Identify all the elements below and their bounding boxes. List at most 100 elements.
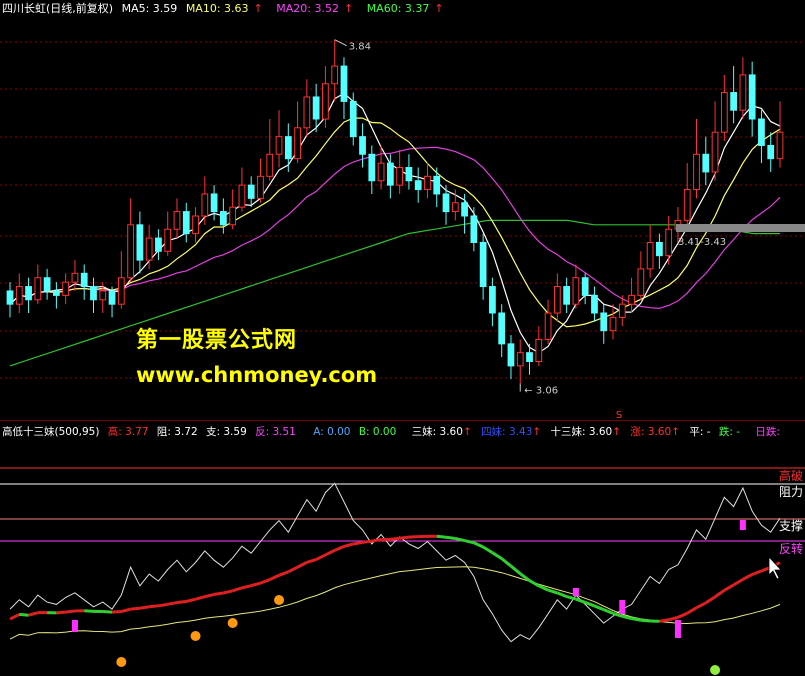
indicator-trend-segment: [269, 573, 280, 581]
label-resistance: 阻力: [779, 485, 803, 499]
price-chart[interactable]: 3.84← 3.063.41-3.43S高破阻力支撑反转: [0, 0, 805, 676]
indicator-yellow-line: [9, 566, 781, 640]
candle-body: [498, 312, 506, 345]
candle-body: [201, 193, 209, 217]
indicator-trend-segment: [695, 601, 707, 610]
indicator-trend-segment: [371, 538, 382, 543]
indicator-trend-segment: [732, 578, 744, 587]
candle-body: [628, 294, 635, 305]
indicator-trend-segment: [296, 561, 308, 569]
candle-body: [730, 92, 737, 111]
candle-body: [665, 228, 673, 257]
candle-body: [572, 277, 580, 305]
candle-body: [489, 286, 496, 314]
ind-support: 支: 3.59: [206, 426, 247, 438]
indicator-trend-segment: [84, 609, 94, 613]
candle-body: [433, 175, 441, 195]
candle-body: [767, 144, 775, 160]
candle-body: [646, 241, 654, 270]
ma60-line: [9, 219, 780, 367]
ind-reversal: 反: 3.51: [255, 426, 296, 438]
candle-body: [99, 290, 107, 301]
indicator-trend-segment: [139, 605, 150, 610]
candle-body: [90, 286, 97, 301]
candle-body: [275, 136, 283, 155]
candle-body: [127, 224, 134, 279]
indicator-trend-segment: [213, 591, 224, 596]
indicator-trend-segment: [130, 606, 141, 611]
indicator-trend-segment: [491, 551, 503, 560]
candle-body: [80, 272, 88, 288]
indicator-trend-segment: [593, 604, 605, 612]
ind-a: A: 0.00: [313, 426, 351, 438]
candle-body: [294, 127, 301, 160]
candle-body: [331, 65, 339, 85]
ind-third: 三妹: 3.60: [411, 426, 463, 438]
indicator-trend-segment: [556, 591, 568, 599]
indicator-trend-segment: [204, 592, 215, 599]
indicator-trend-segment: [362, 539, 373, 544]
candle-body: [442, 193, 450, 213]
indicator-trend-segment: [704, 595, 716, 605]
watermark-url: www.chnmoney.com: [136, 363, 378, 387]
candle-body: [386, 162, 394, 186]
indicator-trend-segment: [149, 604, 159, 609]
low-price-label: ← 3.06: [524, 386, 558, 397]
candle-body: [609, 316, 617, 332]
indicator-trend-segment: [454, 537, 465, 543]
candle-body: [34, 277, 42, 301]
candle-body: [349, 100, 357, 138]
high-price-label: 3.84: [349, 42, 371, 53]
ind-b: B: 0.00: [358, 426, 397, 438]
signal-bar-1: [572, 588, 579, 596]
range-band: [676, 224, 805, 232]
green-fruit-marker-icon: [710, 665, 721, 675]
indicator-trend-segment: [547, 588, 558, 595]
third-up-arrow-icon: ↑: [462, 426, 472, 438]
candle-body: [368, 153, 376, 182]
candle-body: [164, 228, 172, 252]
candle-body: [739, 74, 747, 111]
candle-body: [711, 131, 719, 173]
candle-body: [470, 215, 478, 243]
candle-body: [526, 352, 533, 363]
candle-body: [43, 277, 51, 292]
candle-body: [182, 211, 190, 235]
candle-body: [192, 215, 199, 235]
indicator-trend-segment: [195, 595, 206, 601]
candle-body: [702, 153, 710, 173]
candle-body: [136, 224, 144, 261]
fruit-marker-icon: [227, 618, 238, 628]
candle-body: [720, 92, 728, 133]
indicator-trend-segment: [315, 553, 327, 561]
label-support: 支撑: [779, 518, 803, 533]
indicator-trend-segment: [176, 600, 187, 605]
indicator-trend-segment: [390, 536, 400, 541]
indicator-trend-segment: [399, 535, 410, 540]
panel-separator: [0, 420, 805, 421]
candle-body: [71, 272, 79, 283]
candle-body: [776, 131, 784, 160]
candle-body: [117, 277, 125, 305]
indicator-name: 高低十三妹(500,95): [2, 426, 100, 438]
candle-body: [108, 290, 116, 305]
indicator-trend-segment: [528, 579, 540, 588]
candle-body: [591, 294, 598, 314]
indicator-trend-segment: [668, 615, 679, 622]
indicator-trend-segment: [445, 535, 456, 540]
signal-bar-3: [674, 620, 681, 638]
candle-body: [683, 189, 691, 221]
indicator-trend-segment: [353, 540, 363, 546]
candle-body: [219, 211, 227, 226]
candle-body: [15, 286, 23, 305]
candle-body: [303, 96, 311, 129]
watermark-title: 第一股票公式网: [136, 328, 298, 353]
indicator-trend-segment: [677, 611, 688, 619]
candle-body: [424, 175, 431, 191]
indicator-trend-segment: [575, 597, 586, 604]
candle-body: [266, 153, 274, 177]
fruit-marker-icon: [116, 657, 127, 667]
indicator-trend-segment: [111, 610, 122, 614]
fruit-marker-icon: [274, 595, 285, 605]
candle-body: [340, 65, 348, 102]
